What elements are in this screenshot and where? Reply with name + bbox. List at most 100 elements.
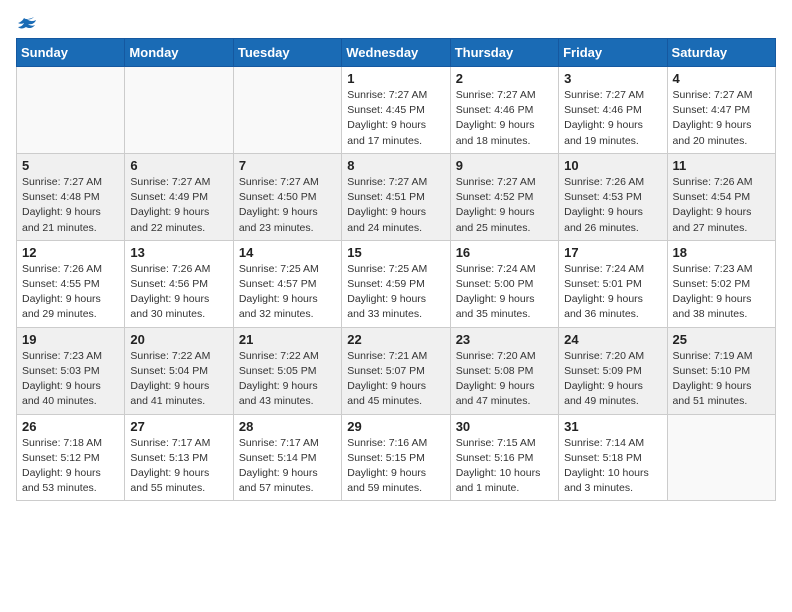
weekday-header: Saturday [667, 39, 775, 67]
calendar-day-cell: 29 Sunrise: 7:16 AM Sunset: 5:15 PM Dayli… [342, 414, 450, 501]
calendar-day-cell: 24 Sunrise: 7:20 AM Sunset: 5:09 PM Dayli… [559, 327, 667, 414]
weekday-header: Friday [559, 39, 667, 67]
day-info: Sunrise: 7:26 AM Sunset: 4:56 PM Dayligh… [130, 262, 227, 323]
calendar-day-cell [125, 67, 233, 154]
day-info: Sunrise: 7:27 AM Sunset: 4:52 PM Dayligh… [456, 175, 553, 236]
weekday-header: Tuesday [233, 39, 341, 67]
day-number: 21 [239, 332, 336, 347]
day-number: 2 [456, 71, 553, 86]
calendar-day-cell: 4Sunrise: 7:27 AM Sunset: 4:47 PM Daylig… [667, 67, 775, 154]
day-number: 26 [22, 419, 119, 434]
day-number: 25 [673, 332, 770, 347]
day-number: 13 [130, 245, 227, 260]
day-number: 12 [22, 245, 119, 260]
logo [16, 16, 36, 26]
day-number: 17 [564, 245, 661, 260]
day-info: Sunrise: 7:27 AM Sunset: 4:51 PM Dayligh… [347, 175, 444, 236]
calendar-day-cell: 16Sunrise: 7:24 AM Sunset: 5:00 PM Dayli… [450, 240, 558, 327]
day-info: Sunrise: 7:23 AM Sunset: 5:02 PM Dayligh… [673, 262, 770, 323]
day-number: 15 [347, 245, 444, 260]
calendar-week-row: 1 Sunrise: 7:27 AM Sunset: 4:45 PM Daylig… [17, 67, 776, 154]
day-info: Sunrise: 7:25 AM Sunset: 4:59 PM Dayligh… [347, 262, 444, 323]
calendar-day-cell: 11 Sunrise: 7:26 AM Sunset: 4:54 PM Dayli… [667, 153, 775, 240]
day-info: Sunrise: 7:27 AM Sunset: 4:48 PM Dayligh… [22, 175, 119, 236]
day-info: Sunrise: 7:27 AM Sunset: 4:47 PM Dayligh… [673, 88, 770, 149]
weekday-header: Thursday [450, 39, 558, 67]
day-info: Sunrise: 7:15 AM Sunset: 5:16 PM Dayligh… [456, 436, 553, 497]
calendar-day-cell: 1 Sunrise: 7:27 AM Sunset: 4:45 PM Daylig… [342, 67, 450, 154]
day-info: Sunrise: 7:22 AM Sunset: 5:05 PM Dayligh… [239, 349, 336, 410]
day-info: Sunrise: 7:27 AM Sunset: 4:46 PM Dayligh… [564, 88, 661, 149]
weekday-header: Sunday [17, 39, 125, 67]
calendar-day-cell: 27 Sunrise: 7:17 AM Sunset: 5:13 PM Dayli… [125, 414, 233, 501]
day-info: Sunrise: 7:27 AM Sunset: 4:46 PM Dayligh… [456, 88, 553, 149]
calendar-day-cell: 5 Sunrise: 7:27 AM Sunset: 4:48 PM Daylig… [17, 153, 125, 240]
day-info: Sunrise: 7:16 AM Sunset: 5:15 PM Dayligh… [347, 436, 444, 497]
calendar-body: 1 Sunrise: 7:27 AM Sunset: 4:45 PM Daylig… [17, 67, 776, 501]
day-number: 23 [456, 332, 553, 347]
day-info: Sunrise: 7:17 AM Sunset: 5:14 PM Dayligh… [239, 436, 336, 497]
day-info: Sunrise: 7:27 AM Sunset: 4:49 PM Dayligh… [130, 175, 227, 236]
day-info: Sunrise: 7:26 AM Sunset: 4:54 PM Dayligh… [673, 175, 770, 236]
day-info: Sunrise: 7:20 AM Sunset: 5:09 PM Dayligh… [564, 349, 661, 410]
day-info: Sunrise: 7:24 AM Sunset: 5:01 PM Dayligh… [564, 262, 661, 323]
day-info: Sunrise: 7:24 AM Sunset: 5:00 PM Dayligh… [456, 262, 553, 323]
calendar-day-cell: 21 Sunrise: 7:22 AM Sunset: 5:05 PM Dayli… [233, 327, 341, 414]
calendar-day-cell: 14 Sunrise: 7:25 AM Sunset: 4:57 PM Dayli… [233, 240, 341, 327]
calendar-day-cell: 20 Sunrise: 7:22 AM Sunset: 5:04 PM Dayli… [125, 327, 233, 414]
day-info: Sunrise: 7:22 AM Sunset: 5:04 PM Dayligh… [130, 349, 227, 410]
weekday-header: Wednesday [342, 39, 450, 67]
calendar-day-cell: 28 Sunrise: 7:17 AM Sunset: 5:14 PM Dayli… [233, 414, 341, 501]
day-info: Sunrise: 7:19 AM Sunset: 5:10 PM Dayligh… [673, 349, 770, 410]
calendar-day-cell: 31 Sunrise: 7:14 AM Sunset: 5:18 PM Dayli… [559, 414, 667, 501]
day-number: 5 [22, 158, 119, 173]
day-number: 8 [347, 158, 444, 173]
day-info: Sunrise: 7:17 AM Sunset: 5:13 PM Dayligh… [130, 436, 227, 497]
calendar-day-cell: 6 Sunrise: 7:27 AM Sunset: 4:49 PM Daylig… [125, 153, 233, 240]
calendar-day-cell: 8 Sunrise: 7:27 AM Sunset: 4:51 PM Daylig… [342, 153, 450, 240]
day-number: 29 [347, 419, 444, 434]
day-number: 24 [564, 332, 661, 347]
day-info: Sunrise: 7:27 AM Sunset: 4:45 PM Dayligh… [347, 88, 444, 149]
page-header [16, 16, 776, 26]
day-number: 31 [564, 419, 661, 434]
day-number: 9 [456, 158, 553, 173]
calendar-day-cell: 10 Sunrise: 7:26 AM Sunset: 4:53 PM Dayli… [559, 153, 667, 240]
day-number: 19 [22, 332, 119, 347]
day-info: Sunrise: 7:26 AM Sunset: 4:53 PM Dayligh… [564, 175, 661, 236]
calendar-week-row: 19 Sunrise: 7:23 AM Sunset: 5:03 PM Dayli… [17, 327, 776, 414]
day-number: 28 [239, 419, 336, 434]
weekday-header: Monday [125, 39, 233, 67]
weekday-header-row: SundayMondayTuesdayWednesdayThursdayFrid… [17, 39, 776, 67]
day-number: 10 [564, 158, 661, 173]
calendar-week-row: 5 Sunrise: 7:27 AM Sunset: 4:48 PM Daylig… [17, 153, 776, 240]
day-info: Sunrise: 7:18 AM Sunset: 5:12 PM Dayligh… [22, 436, 119, 497]
calendar-week-row: 26 Sunrise: 7:18 AM Sunset: 5:12 PM Dayli… [17, 414, 776, 501]
calendar-day-cell: 2 Sunrise: 7:27 AM Sunset: 4:46 PM Daylig… [450, 67, 558, 154]
logo-bird-icon [18, 16, 36, 30]
day-number: 3 [564, 71, 661, 86]
calendar-day-cell: 22Sunrise: 7:21 AM Sunset: 5:07 PM Dayli… [342, 327, 450, 414]
day-info: Sunrise: 7:14 AM Sunset: 5:18 PM Dayligh… [564, 436, 661, 497]
day-number: 20 [130, 332, 227, 347]
calendar-day-cell: 15 Sunrise: 7:25 AM Sunset: 4:59 PM Dayli… [342, 240, 450, 327]
day-number: 6 [130, 158, 227, 173]
day-info: Sunrise: 7:26 AM Sunset: 4:55 PM Dayligh… [22, 262, 119, 323]
calendar-week-row: 12 Sunrise: 7:26 AM Sunset: 4:55 PM Dayli… [17, 240, 776, 327]
day-info: Sunrise: 7:25 AM Sunset: 4:57 PM Dayligh… [239, 262, 336, 323]
day-number: 27 [130, 419, 227, 434]
calendar-table: SundayMondayTuesdayWednesdayThursdayFrid… [16, 38, 776, 501]
calendar-day-cell: 9 Sunrise: 7:27 AM Sunset: 4:52 PM Daylig… [450, 153, 558, 240]
day-info: Sunrise: 7:23 AM Sunset: 5:03 PM Dayligh… [22, 349, 119, 410]
calendar-day-cell: 3 Sunrise: 7:27 AM Sunset: 4:46 PM Daylig… [559, 67, 667, 154]
day-number: 14 [239, 245, 336, 260]
calendar-day-cell: 7Sunrise: 7:27 AM Sunset: 4:50 PM Daylig… [233, 153, 341, 240]
calendar-day-cell: 23Sunrise: 7:20 AM Sunset: 5:08 PM Dayli… [450, 327, 558, 414]
calendar-day-cell: 13 Sunrise: 7:26 AM Sunset: 4:56 PM Dayli… [125, 240, 233, 327]
day-number: 18 [673, 245, 770, 260]
day-number: 1 [347, 71, 444, 86]
day-info: Sunrise: 7:21 AM Sunset: 5:07 PM Dayligh… [347, 349, 444, 410]
calendar-day-cell: 26 Sunrise: 7:18 AM Sunset: 5:12 PM Dayli… [17, 414, 125, 501]
day-number: 11 [673, 158, 770, 173]
calendar-day-cell: 30Sunrise: 7:15 AM Sunset: 5:16 PM Dayli… [450, 414, 558, 501]
